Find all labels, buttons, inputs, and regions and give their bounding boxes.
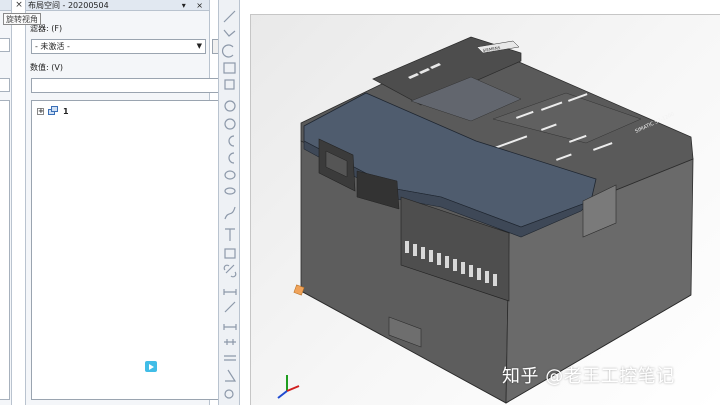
play-icon[interactable] (145, 361, 157, 372)
spline-tool-icon (224, 206, 236, 220)
link-tool-icon (223, 264, 237, 278)
layout-tree[interactable]: + 1 (31, 100, 229, 400)
arc2-tool-icon (228, 135, 235, 147)
previous-panel-field[interactable] (0, 38, 10, 52)
3d-viewport[interactable]: SIMATIC S7-1200 SIEMENS (250, 14, 720, 405)
panel-window-controls[interactable]: ▾ × (182, 0, 207, 11)
rectangle-tool-icon (223, 62, 236, 74)
dimension-tool-icon (223, 289, 237, 295)
circle-tool-icon (224, 100, 236, 112)
dimension3-tool-icon (223, 324, 237, 330)
ellipse-tool-icon (224, 170, 236, 180)
watermark-text: 知乎 @老王工控笔记 (502, 366, 675, 387)
angle-tool-icon (225, 369, 237, 382)
layer-icon (48, 106, 59, 116)
dimension4-tool-icon (224, 339, 236, 345)
chevron-down-icon: ▼ (196, 42, 202, 50)
tree-item-label: 1 (63, 106, 69, 116)
previous-panel-header (0, 0, 11, 11)
previous-panel-list[interactable] (0, 100, 10, 400)
previous-panel-strip (0, 0, 12, 405)
polyline-tool-icon (223, 29, 236, 37)
radius-tool-icon (224, 389, 234, 399)
tree-item[interactable]: + 1 (37, 106, 69, 116)
close-icon[interactable]: × (14, 0, 24, 11)
drawing-toolbar (218, 0, 240, 405)
filter-select[interactable]: - 未激活 - ▼ (31, 39, 206, 54)
dimension2-tool-icon (224, 301, 236, 313)
arc-tool-icon (222, 44, 234, 58)
tree-expand-icon[interactable]: + (37, 107, 44, 115)
arc3-tool-icon (228, 152, 235, 164)
layout-space-panel: 布局空间 - 20200504 ▾ × 滤器: (F) - 未激活 - ▼ ..… (25, 0, 230, 405)
plc-3d-model: SIMATIC S7-1200 SIEMENS (277, 36, 694, 404)
panel-title-bar: 布局空间 - 20200504 ▾ × (26, 0, 209, 11)
ellipse2-tool-icon (224, 187, 236, 195)
value-label: 数值: (V) (30, 63, 63, 72)
image-tool-icon (224, 248, 236, 259)
text-tool-icon (225, 228, 235, 241)
axis-triad-icon (277, 375, 300, 399)
previous-panel-field-2[interactable] (0, 78, 10, 92)
toolbar-icons (222, 10, 237, 399)
dimension5-tool-icon (224, 355, 236, 361)
value-input[interactable] (31, 78, 229, 93)
tooltip: 旋转视角 (3, 13, 41, 25)
panel-title: 布局空间 - 20200504 (28, 1, 109, 10)
line-tool-icon (223, 10, 236, 23)
square-tool-icon (224, 79, 235, 90)
filter-select-value: - 未激活 - (35, 42, 70, 51)
circle2-tool-icon (224, 118, 236, 130)
